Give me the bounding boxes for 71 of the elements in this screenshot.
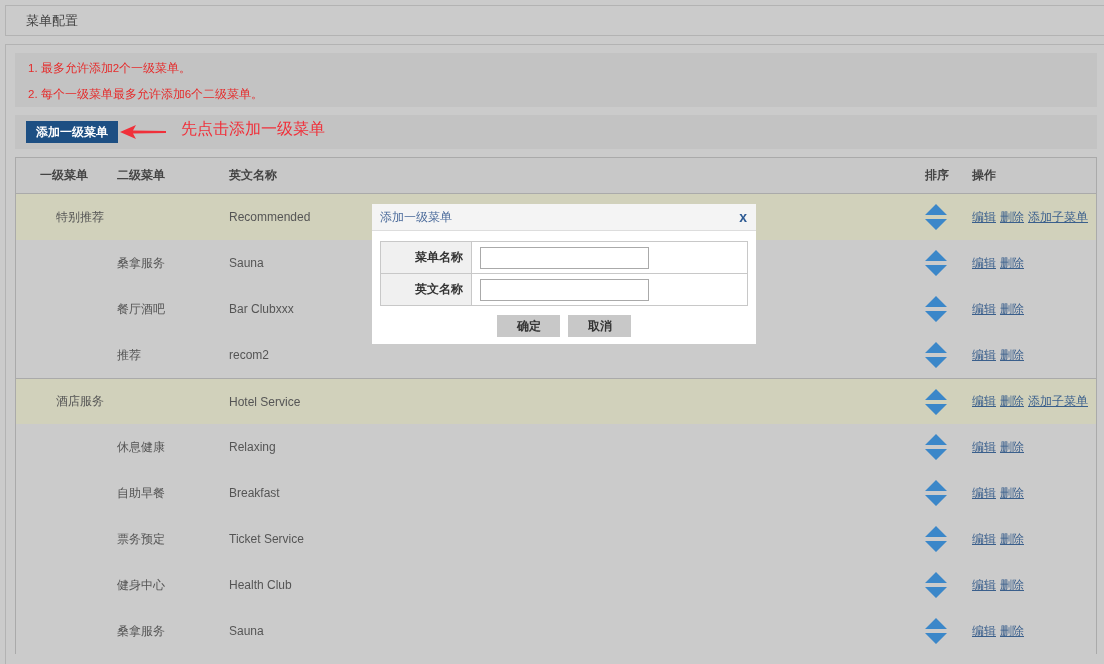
sort-arrows-icon[interactable] [925,434,947,460]
table-cell: 休息健康 [117,439,165,454]
action-link[interactable]: 删除 [1000,300,1024,318]
table-cell: 餐厅酒吧 [117,301,165,316]
dialog-button[interactable]: 确定 [497,315,560,337]
table-cell: Recommended [229,210,311,224]
table-cell: Bar Clubxxx [229,302,294,316]
table-cell: Breakfast [229,486,280,500]
table-cell: 推荐 [117,347,141,362]
add-menu-button[interactable]: 添加一级菜单 [26,121,118,143]
sort-arrows-icon[interactable] [925,204,947,230]
action-link[interactable]: 编辑 [972,484,996,502]
table-cell: Health Club [229,578,292,592]
table-cell-text: 酒店服务 [55,394,104,408]
column-header: 一级菜单 [39,167,89,184]
table-cell: Relaxing [229,440,276,454]
table-cell: Hotel Service [229,394,301,409]
action-link[interactable]: 编辑 [972,530,996,548]
note-text: 1. 最多允许添加2个一级菜单。 [28,61,193,75]
column-header: 排序 [925,167,950,184]
table-cell: Sauna [229,256,264,270]
action-link[interactable]: 编辑 [972,622,996,640]
action-link[interactable]: 删除 [1000,530,1024,548]
column-header: 操作 [972,167,997,184]
sort-arrows-icon[interactable] [925,296,947,322]
table-cell: Ticket Service [229,532,304,546]
action-link[interactable]: 删除 [1000,484,1024,502]
action-link[interactable]: 删除 [1000,393,1024,410]
action-link[interactable]: 删除 [1000,208,1024,226]
sort-arrows-icon[interactable] [925,480,947,506]
dialog-title: 添加一级菜单 [380,208,452,226]
action-link[interactable]: 删除 [1000,346,1024,364]
field-label: 菜单名称 [381,242,472,273]
sort-arrows-icon[interactable] [925,572,947,598]
action-link[interactable]: 删除 [1000,576,1024,594]
column-header: 二级菜单 [117,167,166,184]
column-header: 英文名称 [229,167,278,184]
sort-arrows-icon[interactable] [925,250,947,276]
action-link[interactable]: 编辑 [972,300,996,318]
table-cell: recom2 [229,348,269,362]
table-cell: 票务预定 [117,531,165,546]
sort-arrows-icon[interactable] [925,342,947,368]
sort-arrows-icon[interactable] [925,526,947,552]
note-text: 2. 每个一级菜单最多允许添加6个二级菜单。 [28,87,265,101]
annotation-text: 先点击添加一级菜单 [181,118,325,139]
action-link[interactable]: 编辑 [972,438,996,456]
action-link[interactable]: 删除 [1000,438,1024,456]
dialog-button[interactable]: 取消 [568,315,631,337]
action-link[interactable]: 添加子菜单 [1028,393,1088,410]
sort-arrows-icon[interactable] [925,388,947,415]
table-cell: 桑拿服务 [117,623,165,638]
input-field[interactable] [480,278,649,301]
table-cell: 健身中心 [117,577,165,592]
field-label: 英文名称 [381,274,472,305]
action-link[interactable]: 编辑 [972,576,996,594]
page-title: 菜单配置 [26,11,78,30]
action-link[interactable]: 添加子菜单 [1028,208,1088,226]
action-link[interactable]: 编辑 [972,208,996,226]
table-cell: 桑拿服务 [117,255,165,270]
table-cell: Sauna [229,624,264,638]
action-link[interactable]: 编辑 [972,254,996,272]
arrow-icon [120,125,166,139]
action-link[interactable]: 编辑 [972,393,996,410]
sort-arrows-icon[interactable] [925,618,947,644]
action-link[interactable]: 编辑 [972,346,996,364]
action-link[interactable]: 删除 [1000,254,1024,272]
close-button[interactable]: x [739,209,747,225]
table-cell: 自助早餐 [117,485,165,500]
input-field[interactable] [480,246,649,269]
action-link[interactable]: 删除 [1000,622,1024,640]
table-cell-text: 特别推荐 [55,209,104,224]
